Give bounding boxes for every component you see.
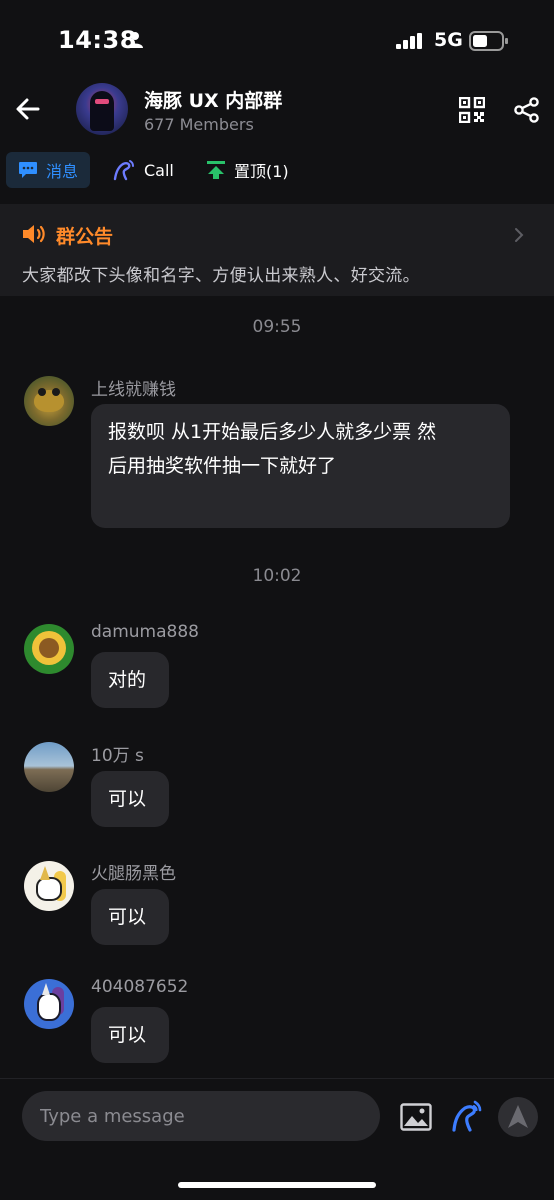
announcement-title: 群公告	[56, 226, 114, 248]
call-icon	[113, 160, 134, 181]
pin-top-icon	[207, 161, 225, 179]
back-arrow-icon[interactable]	[14, 95, 42, 123]
time-divider: 10:02	[252, 566, 302, 586]
chat-screen: 14:38 5G 海豚 UX 内部群 677 Members 消息 Call 置…	[0, 0, 554, 1200]
message-bubble[interactable]: 对的	[91, 652, 169, 708]
status-bar: 14:38 5G	[0, 0, 554, 78]
avatar[interactable]	[24, 742, 74, 792]
sender-name: damuma888	[91, 622, 199, 642]
message-text: 可以	[108, 788, 147, 810]
send-button[interactable]	[498, 1097, 538, 1137]
tab-label: Call	[144, 160, 174, 180]
sender-name: 10万 s	[91, 746, 144, 766]
message-bubble[interactable]: 可以	[91, 1007, 169, 1063]
message-text: 可以	[108, 906, 147, 928]
chat-tabs: 消息 Call 置顶(1)	[0, 150, 554, 194]
battery-icon	[469, 31, 508, 51]
announcement-text: 大家都改下头像和名字、方便认出来熟人、好交流。	[22, 266, 420, 286]
chevron-right-icon[interactable]	[512, 226, 526, 244]
group-avatar[interactable]	[76, 83, 128, 135]
qr-code-icon[interactable]	[459, 97, 485, 123]
call-icon[interactable]	[450, 1099, 484, 1133]
sender-name: 上线就赚钱	[91, 380, 176, 400]
sender-name: 404087652	[91, 977, 189, 997]
avatar[interactable]	[24, 861, 74, 911]
image-icon[interactable]	[400, 1103, 432, 1131]
message-line: 后用抽奖软件抽一下就好了	[108, 455, 337, 477]
send-icon	[508, 1105, 528, 1128]
tab-pinned[interactable]: 置顶(1)	[206, 152, 289, 188]
chat-icon	[19, 162, 37, 178]
member-count: 677 Members	[144, 115, 254, 134]
avatar[interactable]	[24, 624, 74, 674]
message-bubble[interactable]: 可以	[91, 889, 169, 945]
message-text: 对的	[108, 669, 147, 691]
message-bubble[interactable]: 可以	[91, 771, 169, 827]
avatar[interactable]	[24, 376, 74, 426]
share-icon[interactable]	[514, 97, 540, 123]
tab-messages[interactable]: 消息	[6, 152, 90, 188]
time-divider: 09:55	[252, 317, 302, 337]
signal-icon	[396, 33, 422, 49]
message-bubble[interactable]: 报数呗 从1开始最后多少人就多少票 然 后用抽奖软件抽一下就好了	[91, 404, 510, 528]
sender-name: 火腿肠黑色	[91, 864, 176, 884]
chat-header: 海豚 UX 内部群 677 Members	[0, 78, 554, 144]
tab-label: 置顶(1)	[234, 162, 289, 181]
tab-label: 消息	[46, 162, 79, 181]
tab-call[interactable]: Call	[112, 152, 174, 188]
person-icon	[127, 32, 143, 48]
message-text: 可以	[108, 1024, 147, 1046]
group-title[interactable]: 海豚 UX 内部群	[144, 86, 282, 113]
avatar[interactable]	[24, 979, 74, 1029]
group-announcement[interactable]: 群公告 大家都改下头像和名字、方便认出来熟人、好交流。	[0, 204, 554, 296]
message-input[interactable]	[22, 1091, 380, 1141]
network-label: 5G	[434, 29, 463, 51]
message-line: 报数呗 从1开始最后多少人就多少票 然	[108, 421, 437, 443]
speaker-icon	[23, 225, 45, 243]
home-indicator[interactable]	[178, 1182, 376, 1188]
